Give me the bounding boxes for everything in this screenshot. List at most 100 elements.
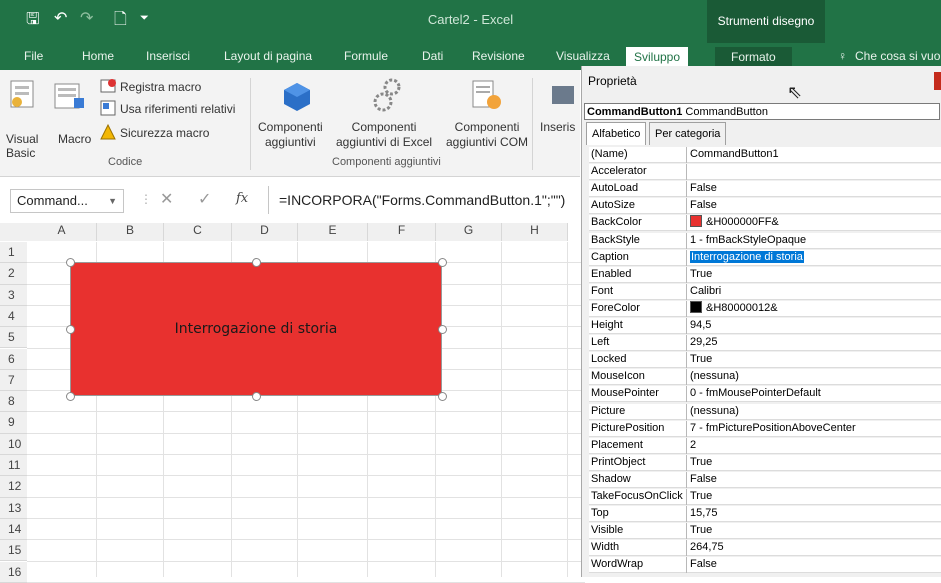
property-value-cell[interactable]: False	[690, 472, 717, 487]
row-header[interactable]: 9	[0, 412, 27, 434]
property-row[interactable]: BackStyle 1 - fmBackStyleOpaque	[589, 232, 941, 249]
property-row[interactable]: Font Calibri	[589, 283, 941, 300]
command-button[interactable]: Interrogazione di storia	[70, 262, 442, 396]
row-header[interactable]: 6	[0, 348, 27, 370]
resize-handle[interactable]	[438, 392, 447, 401]
row-header[interactable]: 2	[0, 263, 27, 285]
record-macro-button[interactable]: Registra macro	[120, 80, 201, 94]
tab-formulas[interactable]: Formule	[344, 49, 388, 63]
resize-handle[interactable]	[252, 258, 261, 267]
resize-handle[interactable]	[66, 392, 75, 401]
com-add-ins-button[interactable]: Componenti aggiuntivi COM	[446, 120, 528, 150]
property-row[interactable]: Locked True	[589, 352, 941, 369]
property-row[interactable]: MousePointer 0 - fmMousePointerDefault	[589, 386, 941, 403]
tab-alphabetic[interactable]: Alfabetico	[586, 122, 647, 145]
tab-home[interactable]: Home	[82, 49, 114, 63]
tab-view[interactable]: Visualizza	[556, 49, 610, 63]
column-header[interactable]: B	[97, 223, 164, 241]
tell-me-search[interactable]: Che cosa si vuo	[855, 49, 940, 63]
property-row[interactable]: TakeFocusOnClick True	[589, 489, 941, 505]
property-value-cell[interactable]: False	[690, 198, 717, 213]
property-row[interactable]: Visible True	[589, 523, 941, 540]
row-header[interactable]: 14	[0, 518, 27, 541]
property-value-cell[interactable]: Interrogazione di storia	[690, 250, 804, 265]
row-header[interactable]: 12	[0, 476, 27, 498]
property-row[interactable]: WordWrap False	[589, 557, 941, 574]
property-value-cell[interactable]: 7 - fmPicturePositionAboveCenter	[690, 421, 856, 436]
property-value-cell[interactable]: 1 - fmBackStyleOpaque	[690, 233, 806, 248]
property-value-cell[interactable]: 94,5	[690, 318, 711, 333]
cancel-icon[interactable]: ✕	[160, 189, 173, 209]
tab-categorized[interactable]: Per categoria	[649, 122, 727, 145]
property-value-cell[interactable]: True	[690, 455, 712, 470]
resize-handle[interactable]	[438, 325, 447, 334]
tab-file[interactable]: File	[24, 49, 43, 63]
resize-handle[interactable]	[252, 392, 261, 401]
property-row[interactable]: Height 94,5	[589, 318, 941, 334]
property-value-cell[interactable]: &H80000012&	[690, 300, 778, 316]
property-value-cell[interactable]: Calibri	[690, 284, 721, 299]
row-header[interactable]: 8	[0, 391, 27, 413]
tab-insert[interactable]: Inserisci	[146, 49, 190, 63]
row-header[interactable]: 1	[0, 242, 27, 264]
column-header[interactable]: D	[232, 223, 298, 241]
property-row[interactable]: AutoSize False	[589, 198, 941, 215]
property-value-cell[interactable]: (nessuna)	[690, 369, 739, 384]
insert-function-icon[interactable]: fx	[236, 191, 248, 206]
property-row[interactable]: Accelerator	[589, 164, 941, 181]
insert-controls-icon[interactable]	[548, 82, 578, 112]
row-header[interactable]: 11	[0, 455, 27, 477]
property-row[interactable]: BackColor &H000000FF&	[589, 215, 941, 232]
macro-security-button[interactable]: Sicurezza macro	[120, 126, 209, 140]
excel-add-ins-icon[interactable]	[372, 78, 402, 112]
property-row[interactable]: ForeColor &H80000012&	[589, 300, 941, 317]
formula-input[interactable]: =INCORPORA("Forms.CommandButton.1";"")	[268, 186, 599, 214]
column-header[interactable]: H	[502, 223, 568, 241]
property-row[interactable]: Caption Interrogazione di storia	[589, 249, 941, 266]
relative-references-button[interactable]: Usa riferimenti relativi	[120, 102, 235, 116]
property-value-cell[interactable]: 0 - fmMousePointerDefault	[690, 386, 821, 401]
column-header[interactable]: F	[368, 223, 436, 241]
tab-page-layout[interactable]: Layout di pagina	[224, 49, 312, 63]
property-row[interactable]: Enabled True	[589, 266, 941, 283]
row-header[interactable]: 10	[0, 433, 27, 455]
property-value-cell[interactable]: 29,25	[690, 335, 718, 350]
add-ins-icon[interactable]	[282, 82, 312, 112]
resize-handle[interactable]	[66, 258, 75, 267]
property-row[interactable]: Top 15,75	[589, 506, 941, 523]
close-icon[interactable]	[934, 72, 941, 90]
property-value-cell[interactable]: False	[690, 181, 717, 196]
excel-add-ins-button[interactable]: Componenti aggiuntivi di Excel	[336, 120, 432, 150]
row-header[interactable]: 4	[0, 305, 27, 328]
column-header[interactable]: G	[436, 223, 502, 241]
property-row[interactable]: Width 264,75	[589, 540, 941, 557]
insert-controls-button[interactable]: Inseris	[540, 120, 575, 134]
select-all-corner[interactable]	[0, 223, 28, 241]
property-value-cell[interactable]: &H000000FF&	[690, 215, 779, 230]
visual-basic-button[interactable]: Visual Basic	[6, 132, 38, 160]
property-row[interactable]: Shadow False	[589, 471, 941, 488]
property-value-cell[interactable]: 15,75	[690, 506, 718, 521]
tab-data[interactable]: Dati	[422, 49, 443, 63]
property-value-cell[interactable]: 2	[690, 438, 696, 453]
tab-format[interactable]: Formato	[715, 47, 792, 67]
row-header[interactable]: 13	[0, 497, 27, 519]
property-value-cell[interactable]: (nessuna)	[690, 404, 739, 419]
property-row[interactable]: Left 29,25	[589, 335, 941, 352]
property-row[interactable]: PicturePosition 7 - fmPicturePositionAbov…	[589, 420, 941, 437]
property-value-cell[interactable]: True	[690, 489, 712, 504]
property-value-cell[interactable]: 264,75	[690, 540, 724, 555]
column-header[interactable]: C	[164, 223, 232, 241]
chevron-down-icon[interactable]: ▼	[108, 190, 117, 212]
row-header[interactable]: 7	[0, 369, 27, 392]
com-add-ins-icon[interactable]	[470, 78, 502, 112]
property-value-cell[interactable]: CommandButton1	[690, 147, 779, 162]
tab-developer[interactable]: Sviluppo	[626, 47, 689, 67]
property-row[interactable]: MouseIcon (nessuna)	[589, 369, 941, 386]
property-value-cell[interactable]: False	[690, 557, 717, 572]
visual-basic-icon[interactable]	[8, 78, 36, 112]
property-row[interactable]: AutoLoad False	[589, 181, 941, 198]
row-header[interactable]: 16	[0, 561, 27, 583]
property-row[interactable]: Picture (nessuna)	[589, 403, 941, 420]
column-header[interactable]: E	[298, 223, 368, 241]
